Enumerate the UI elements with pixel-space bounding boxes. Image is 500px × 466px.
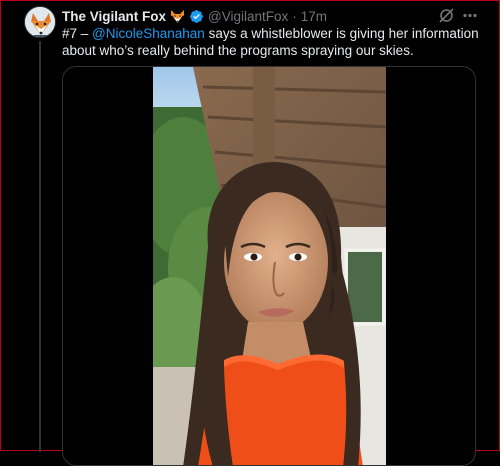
more-icon[interactable] — [461, 7, 479, 24]
handle[interactable]: @VigilantFox — [208, 9, 288, 24]
tweet-container: The Vigilant Fox @VigilantFox · 17m #7 –… — [0, 0, 500, 466]
fox-emoji-icon — [170, 9, 185, 24]
avatar[interactable] — [24, 6, 56, 38]
video-thumbnail[interactable] — [153, 67, 386, 465]
fox-avatar-icon — [25, 7, 55, 37]
tweet-text: #7 – @NicoleShanahan says a whistleblowe… — [62, 25, 482, 59]
video-media[interactable] — [62, 66, 476, 466]
display-name[interactable]: The Vigilant Fox — [62, 9, 166, 24]
verified-badge-icon — [189, 9, 204, 24]
tweet-text-prefix: #7 – — [62, 26, 93, 41]
thread-line — [39, 41, 41, 452]
grok-icon[interactable] — [438, 7, 455, 24]
tweet-header: The Vigilant Fox @VigilantFox · 17m — [62, 7, 327, 25]
timestamp[interactable]: 17m — [301, 9, 327, 24]
video-thumbnail-icon — [153, 67, 386, 465]
mention-link[interactable]: @NicoleShanahan — [92, 26, 205, 41]
separator-dot: · — [292, 8, 297, 24]
